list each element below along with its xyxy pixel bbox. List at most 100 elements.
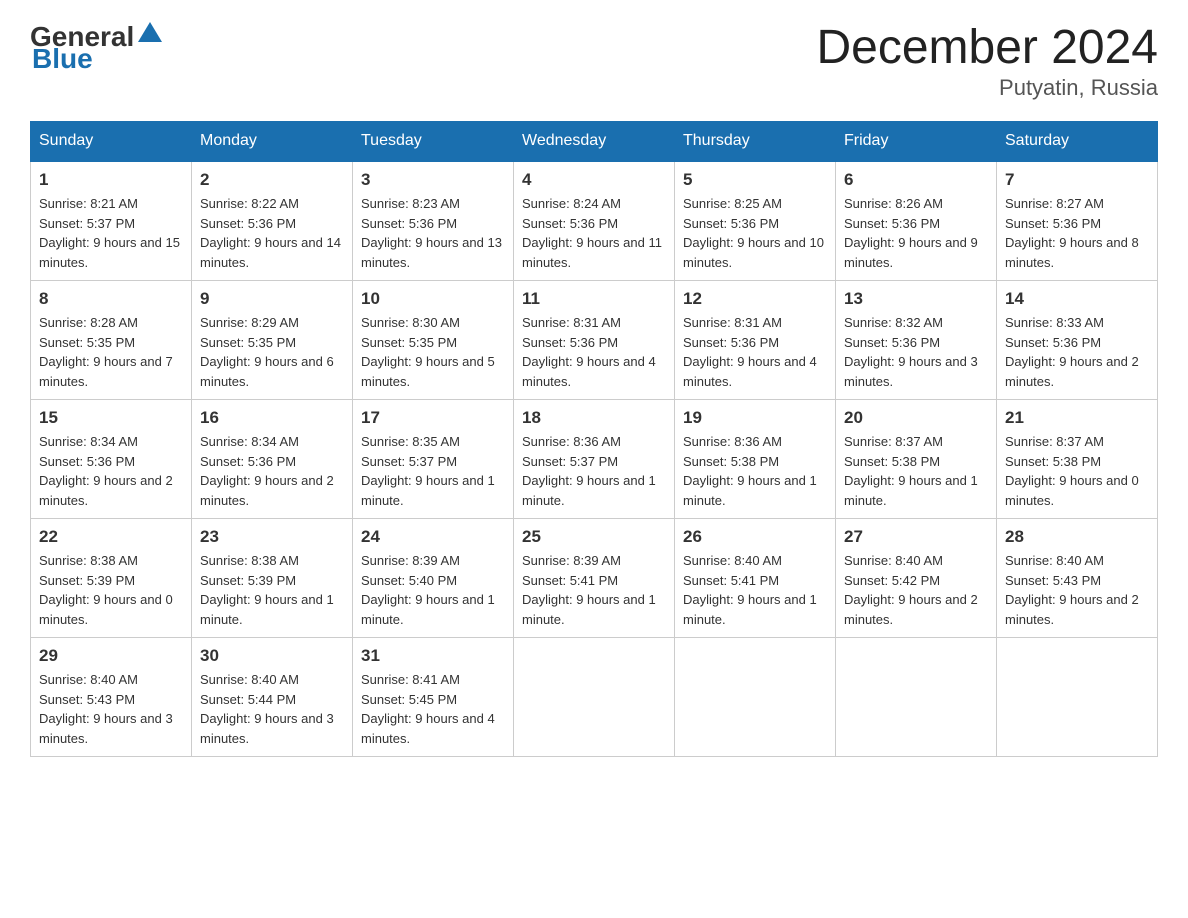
calendar-cell: 30 Sunrise: 8:40 AM Sunset: 5:44 PM Dayl…	[192, 638, 353, 757]
calendar-cell: 7 Sunrise: 8:27 AM Sunset: 5:36 PM Dayli…	[997, 161, 1158, 281]
calendar-cell	[836, 638, 997, 757]
calendar-cell: 23 Sunrise: 8:38 AM Sunset: 5:39 PM Dayl…	[192, 519, 353, 638]
day-number: 2	[200, 170, 344, 190]
day-number: 13	[844, 289, 988, 309]
day-info: Sunrise: 8:21 AM Sunset: 5:37 PM Dayligh…	[39, 194, 183, 272]
day-number: 9	[200, 289, 344, 309]
day-info: Sunrise: 8:36 AM Sunset: 5:38 PM Dayligh…	[683, 432, 827, 510]
header-friday: Friday	[836, 122, 997, 162]
day-info: Sunrise: 8:34 AM Sunset: 5:36 PM Dayligh…	[200, 432, 344, 510]
day-info: Sunrise: 8:41 AM Sunset: 5:45 PM Dayligh…	[361, 670, 505, 748]
day-number: 6	[844, 170, 988, 190]
day-number: 14	[1005, 289, 1149, 309]
day-number: 4	[522, 170, 666, 190]
calendar-cell: 4 Sunrise: 8:24 AM Sunset: 5:36 PM Dayli…	[514, 161, 675, 281]
calendar-cell	[675, 638, 836, 757]
header-tuesday: Tuesday	[353, 122, 514, 162]
day-info: Sunrise: 8:35 AM Sunset: 5:37 PM Dayligh…	[361, 432, 505, 510]
day-info: Sunrise: 8:33 AM Sunset: 5:36 PM Dayligh…	[1005, 313, 1149, 391]
day-number: 29	[39, 646, 183, 666]
day-number: 25	[522, 527, 666, 547]
day-info: Sunrise: 8:27 AM Sunset: 5:36 PM Dayligh…	[1005, 194, 1149, 272]
calendar-cell	[514, 638, 675, 757]
day-number: 19	[683, 408, 827, 428]
day-info: Sunrise: 8:40 AM Sunset: 5:42 PM Dayligh…	[844, 551, 988, 629]
calendar-cell: 19 Sunrise: 8:36 AM Sunset: 5:38 PM Dayl…	[675, 400, 836, 519]
day-info: Sunrise: 8:40 AM Sunset: 5:43 PM Dayligh…	[1005, 551, 1149, 629]
week-row-3: 15 Sunrise: 8:34 AM Sunset: 5:36 PM Dayl…	[31, 400, 1158, 519]
calendar-body: 1 Sunrise: 8:21 AM Sunset: 5:37 PM Dayli…	[31, 161, 1158, 757]
day-number: 12	[683, 289, 827, 309]
weekday-header-row: Sunday Monday Tuesday Wednesday Thursday…	[31, 122, 1158, 162]
day-info: Sunrise: 8:34 AM Sunset: 5:36 PM Dayligh…	[39, 432, 183, 510]
day-number: 28	[1005, 527, 1149, 547]
calendar-cell: 29 Sunrise: 8:40 AM Sunset: 5:43 PM Dayl…	[31, 638, 192, 757]
calendar-cell: 8 Sunrise: 8:28 AM Sunset: 5:35 PM Dayli…	[31, 281, 192, 400]
day-info: Sunrise: 8:28 AM Sunset: 5:35 PM Dayligh…	[39, 313, 183, 391]
day-info: Sunrise: 8:32 AM Sunset: 5:36 PM Dayligh…	[844, 313, 988, 391]
calendar-cell: 18 Sunrise: 8:36 AM Sunset: 5:37 PM Dayl…	[514, 400, 675, 519]
calendar-cell: 5 Sunrise: 8:25 AM Sunset: 5:36 PM Dayli…	[675, 161, 836, 281]
day-info: Sunrise: 8:30 AM Sunset: 5:35 PM Dayligh…	[361, 313, 505, 391]
logo: General Blue	[30, 20, 164, 75]
header-sunday: Sunday	[31, 122, 192, 162]
day-info: Sunrise: 8:31 AM Sunset: 5:36 PM Dayligh…	[683, 313, 827, 391]
day-number: 26	[683, 527, 827, 547]
header-saturday: Saturday	[997, 122, 1158, 162]
logo-text-blue: Blue	[32, 43, 93, 75]
day-info: Sunrise: 8:38 AM Sunset: 5:39 PM Dayligh…	[200, 551, 344, 629]
calendar-cell: 24 Sunrise: 8:39 AM Sunset: 5:40 PM Dayl…	[353, 519, 514, 638]
day-number: 8	[39, 289, 183, 309]
calendar-cell: 3 Sunrise: 8:23 AM Sunset: 5:36 PM Dayli…	[353, 161, 514, 281]
calendar-cell: 1 Sunrise: 8:21 AM Sunset: 5:37 PM Dayli…	[31, 161, 192, 281]
day-info: Sunrise: 8:39 AM Sunset: 5:41 PM Dayligh…	[522, 551, 666, 629]
day-info: Sunrise: 8:38 AM Sunset: 5:39 PM Dayligh…	[39, 551, 183, 629]
calendar-cell: 14 Sunrise: 8:33 AM Sunset: 5:36 PM Dayl…	[997, 281, 1158, 400]
day-number: 16	[200, 408, 344, 428]
day-number: 11	[522, 289, 666, 309]
location-subtitle: Putyatin, Russia	[816, 75, 1158, 101]
day-number: 27	[844, 527, 988, 547]
day-number: 23	[200, 527, 344, 547]
header-monday: Monday	[192, 122, 353, 162]
day-info: Sunrise: 8:26 AM Sunset: 5:36 PM Dayligh…	[844, 194, 988, 272]
day-number: 20	[844, 408, 988, 428]
day-info: Sunrise: 8:36 AM Sunset: 5:37 PM Dayligh…	[522, 432, 666, 510]
week-row-1: 1 Sunrise: 8:21 AM Sunset: 5:37 PM Dayli…	[31, 161, 1158, 281]
day-number: 21	[1005, 408, 1149, 428]
day-info: Sunrise: 8:40 AM Sunset: 5:44 PM Dayligh…	[200, 670, 344, 748]
page-header: General Blue December 2024 Putyatin, Rus…	[30, 20, 1158, 101]
week-row-2: 8 Sunrise: 8:28 AM Sunset: 5:35 PM Dayli…	[31, 281, 1158, 400]
day-number: 24	[361, 527, 505, 547]
calendar-cell: 13 Sunrise: 8:32 AM Sunset: 5:36 PM Dayl…	[836, 281, 997, 400]
calendar-cell: 20 Sunrise: 8:37 AM Sunset: 5:38 PM Dayl…	[836, 400, 997, 519]
day-info: Sunrise: 8:25 AM Sunset: 5:36 PM Dayligh…	[683, 194, 827, 272]
calendar-cell: 31 Sunrise: 8:41 AM Sunset: 5:45 PM Dayl…	[353, 638, 514, 757]
calendar-cell: 26 Sunrise: 8:40 AM Sunset: 5:41 PM Dayl…	[675, 519, 836, 638]
month-year-title: December 2024	[816, 20, 1158, 75]
calendar-cell: 22 Sunrise: 8:38 AM Sunset: 5:39 PM Dayl…	[31, 519, 192, 638]
day-number: 7	[1005, 170, 1149, 190]
calendar-cell: 17 Sunrise: 8:35 AM Sunset: 5:37 PM Dayl…	[353, 400, 514, 519]
calendar-cell: 10 Sunrise: 8:30 AM Sunset: 5:35 PM Dayl…	[353, 281, 514, 400]
day-info: Sunrise: 8:23 AM Sunset: 5:36 PM Dayligh…	[361, 194, 505, 272]
day-number: 10	[361, 289, 505, 309]
day-number: 5	[683, 170, 827, 190]
calendar-table: Sunday Monday Tuesday Wednesday Thursday…	[30, 121, 1158, 757]
day-info: Sunrise: 8:39 AM Sunset: 5:40 PM Dayligh…	[361, 551, 505, 629]
day-info: Sunrise: 8:29 AM Sunset: 5:35 PM Dayligh…	[200, 313, 344, 391]
day-info: Sunrise: 8:40 AM Sunset: 5:43 PM Dayligh…	[39, 670, 183, 748]
logo-triangle-icon	[136, 20, 164, 48]
week-row-4: 22 Sunrise: 8:38 AM Sunset: 5:39 PM Dayl…	[31, 519, 1158, 638]
day-number: 30	[200, 646, 344, 666]
header-thursday: Thursday	[675, 122, 836, 162]
day-number: 18	[522, 408, 666, 428]
calendar-cell: 27 Sunrise: 8:40 AM Sunset: 5:42 PM Dayl…	[836, 519, 997, 638]
calendar-cell: 21 Sunrise: 8:37 AM Sunset: 5:38 PM Dayl…	[997, 400, 1158, 519]
day-info: Sunrise: 8:37 AM Sunset: 5:38 PM Dayligh…	[1005, 432, 1149, 510]
day-info: Sunrise: 8:40 AM Sunset: 5:41 PM Dayligh…	[683, 551, 827, 629]
day-number: 1	[39, 170, 183, 190]
calendar-cell: 11 Sunrise: 8:31 AM Sunset: 5:36 PM Dayl…	[514, 281, 675, 400]
calendar-cell: 15 Sunrise: 8:34 AM Sunset: 5:36 PM Dayl…	[31, 400, 192, 519]
calendar-cell: 16 Sunrise: 8:34 AM Sunset: 5:36 PM Dayl…	[192, 400, 353, 519]
